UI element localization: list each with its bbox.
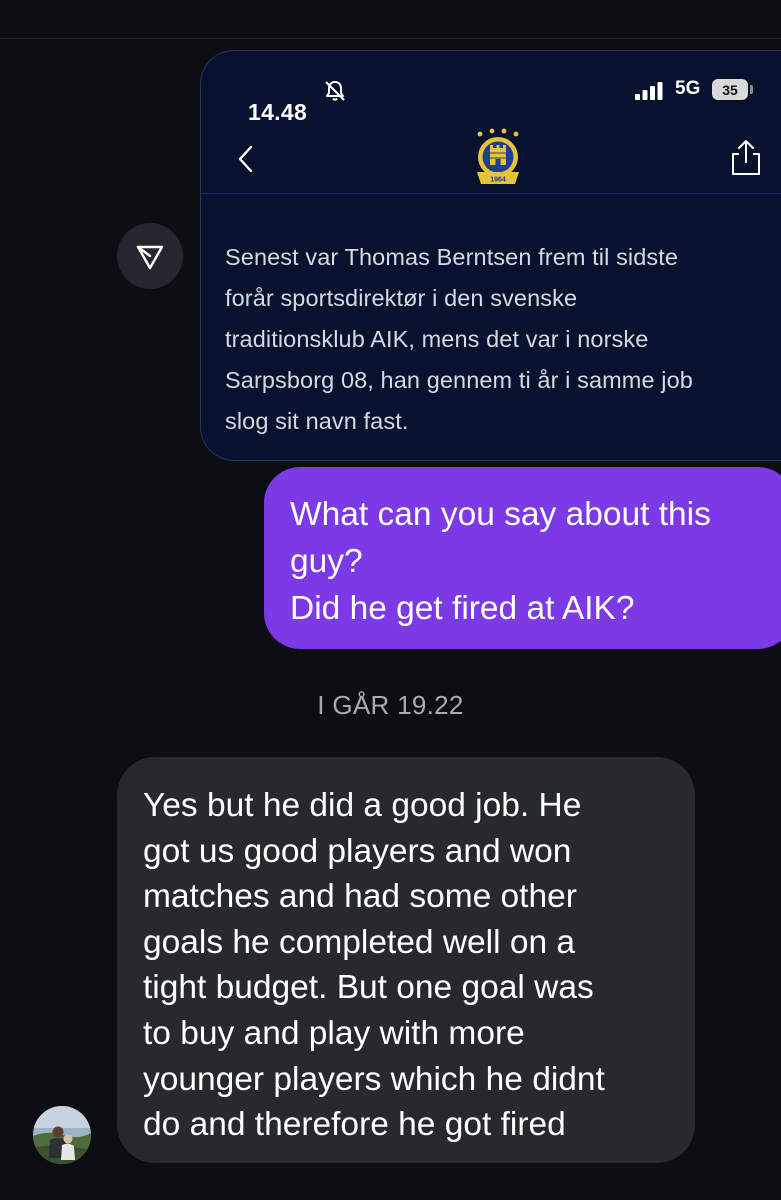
battery-icon: 35 xyxy=(712,79,748,100)
crest-year: 1964 xyxy=(490,177,506,184)
avatar-image xyxy=(33,1106,91,1164)
forward-button[interactable] xyxy=(117,223,183,289)
club-crest-icon: 1964 xyxy=(477,128,519,184)
incoming-message-bubble[interactable]: Yes but he did a good job. He got us goo… xyxy=(117,757,695,1163)
outgoing-message-text: What can you say about this guy? Did he … xyxy=(290,496,711,627)
shared-screenshot-card[interactable]: 14.48 5G 35 1964 Senest var Thomas Bernt… xyxy=(200,50,781,461)
message-timestamp: I GÅR 19.22 xyxy=(317,690,464,720)
article-text: Senest var Thomas Berntsen frem til sids… xyxy=(225,244,693,434)
cellular-signal-icon xyxy=(635,82,663,100)
chat-screen: 14.48 5G 35 1964 Senest var Thomas Bernt… xyxy=(0,0,781,1200)
network-label: 5G xyxy=(675,78,701,99)
share-icon[interactable] xyxy=(729,139,763,177)
top-divider xyxy=(0,38,781,39)
avatar[interactable] xyxy=(33,1106,91,1164)
status-time: 14.48 xyxy=(248,99,308,125)
nav-divider xyxy=(201,193,781,194)
send-forward-icon xyxy=(136,245,164,270)
battery-tip xyxy=(750,85,753,94)
battery-level: 35 xyxy=(722,81,738,98)
chevron-left-icon xyxy=(238,145,253,173)
incoming-message-text: Yes but he did a good job. He got us goo… xyxy=(143,787,605,1144)
outgoing-message-bubble[interactable]: What can you say about this guy? Did he … xyxy=(264,467,781,649)
bell-slash-icon xyxy=(325,81,345,101)
